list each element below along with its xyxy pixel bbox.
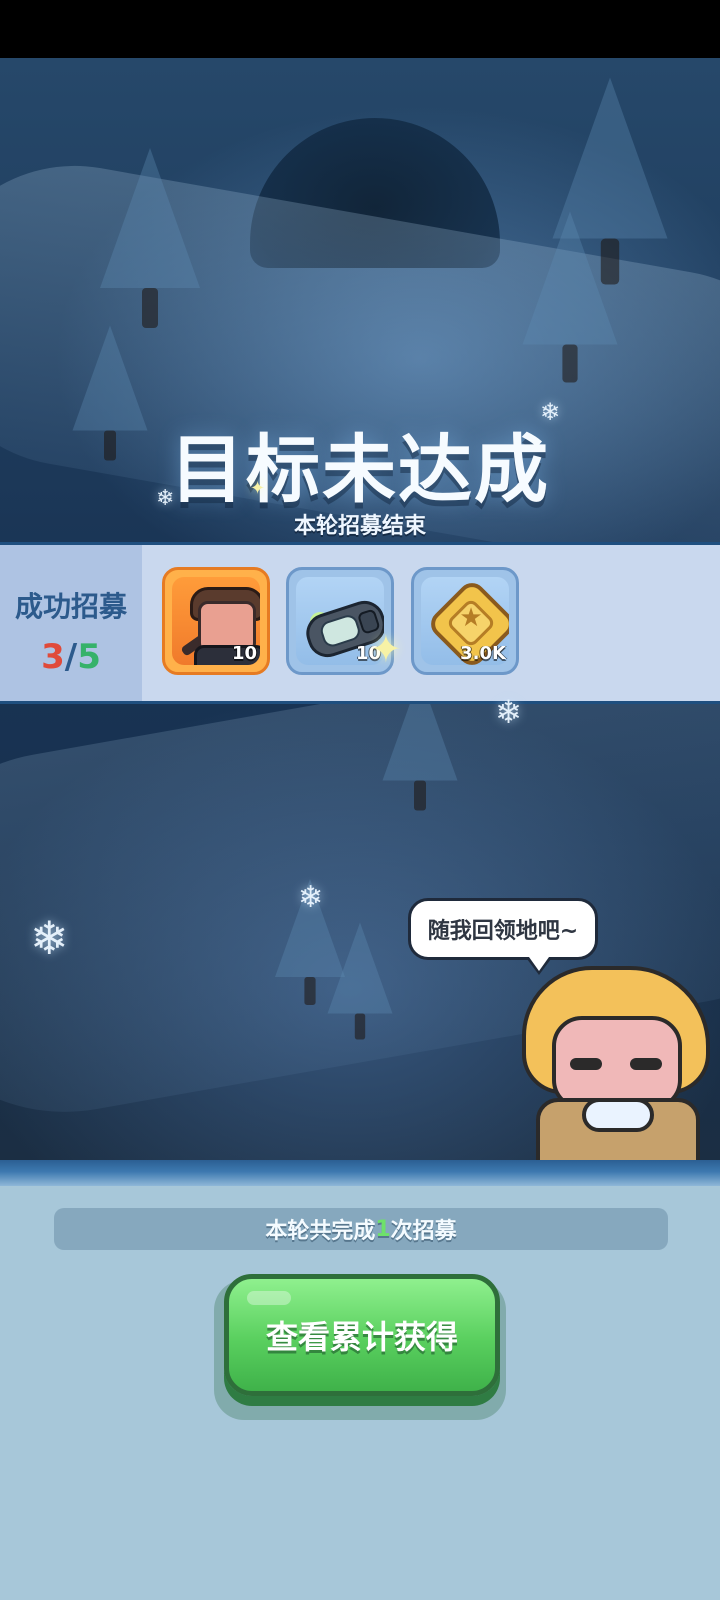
status-bar [0,0,720,58]
reward-slot-gold[interactable]: ★ 3.0K [411,567,519,675]
pine-tree [327,922,393,1040]
star-icon: ★ [459,603,483,633]
snowflake-icon: ❄ [540,398,561,426]
recruit-progress-current: 3 [41,637,65,677]
summary-suffix: 次招募 [390,1219,457,1244]
recruit-progress: 3/5 [0,637,142,677]
summary-prefix: 本轮共完成 [265,1219,376,1244]
reward-quantity: 10 [231,643,257,664]
snowflake-icon: ❄ [298,880,324,915]
npc-collar [582,1098,654,1132]
snowflake-icon: ❄ [495,693,522,731]
recruit-result-panel: 成功招募 3/5 10 10 ★ 3.0K [0,542,720,704]
pine-tree [100,148,200,328]
ice-edge-divider [0,1160,720,1186]
reward-quantity: 3.0K [460,643,506,664]
npc-character [512,960,720,1176]
npc-eye-left [570,1058,602,1070]
recruit-progress-total: 5 [77,637,101,677]
sparkle-icon: ✦ [250,478,266,499]
sparkle-icon: ✦ [370,627,402,671]
npc-eye-right [630,1058,662,1070]
page-subtitle: 本轮招募结束 [293,514,426,539]
summary-count: 1 [375,1216,391,1242]
reward-slot-hero[interactable]: 10 [162,567,270,675]
recruit-label: 成功招募 [14,590,127,623]
recruit-summary-bar: 本轮共完成 1 次招募 [54,1208,668,1250]
snowflake-icon: ❄ [30,911,69,965]
npc-speech-bubble: 随我回领地吧~ [408,898,598,975]
recruit-progress-separator: / [64,637,78,677]
primary-button-label: 查看累计获得 [265,1318,458,1356]
view-cumulative-rewards-button[interactable]: 查看累计获得 [224,1274,500,1396]
snowflake-icon: ❄ [156,486,175,511]
recruit-summary: 成功招募 3/5 [0,545,142,701]
pine-tree [522,211,618,383]
page-title: 目标未达成 [170,427,550,513]
